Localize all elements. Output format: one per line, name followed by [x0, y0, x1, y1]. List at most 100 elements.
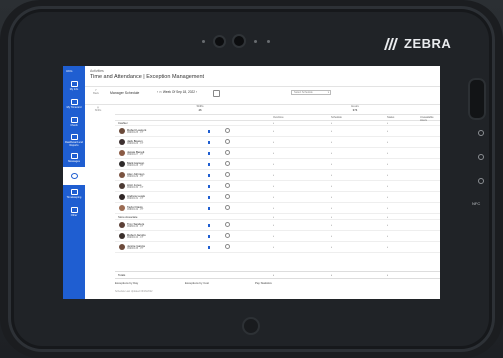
table-row[interactable]: Mark Hanson 09900128 · PT • • • [115, 159, 440, 170]
table-row[interactable]: Jessie Benett 09900127 · PT • • • [115, 148, 440, 159]
power-button[interactable] [478, 130, 484, 136]
cell-dot: • [387, 173, 388, 177]
print-icon[interactable] [213, 90, 220, 97]
clock-icon[interactable] [225, 161, 230, 166]
table-row[interactable]: Jennie Garcia 09900135 · PT • • • [115, 242, 440, 253]
left-tab-shifts[interactable]: ◎ Shifts [92, 106, 104, 112]
clock-icon[interactable] [225, 183, 230, 188]
clock-icon[interactable] [225, 139, 230, 144]
employee-id: 09900133 · FT [127, 225, 144, 229]
cell-dot: • [273, 140, 274, 144]
table-row[interactable]: Andrew Lewis 09900131 · FT • • • [115, 192, 440, 203]
barcode-icon[interactable] [208, 141, 210, 144]
barcode-icon[interactable] [208, 185, 210, 188]
chevron-right-icon[interactable]: › [196, 90, 197, 94]
cell-dot: • [331, 223, 332, 227]
cell-dot: • [387, 195, 388, 199]
table-row[interactable]: Robert Laurent 09900125 · FT • • • [115, 126, 440, 137]
barcode-icon[interactable] [208, 224, 210, 227]
main-content: Activities Time and Attendance | Excepti… [85, 66, 440, 299]
calendar-icon: ▭ [158, 90, 162, 94]
employee-id: 09900126 · FT [127, 142, 144, 146]
clock-icon[interactable] [225, 205, 230, 210]
avatar [119, 205, 125, 211]
clock-icon[interactable] [225, 128, 230, 133]
col-overtime[interactable]: Overtime [273, 116, 284, 119]
sidebar-item-timekeeping[interactable]: Timekeeping [63, 185, 85, 203]
clock-icon[interactable] [225, 233, 230, 238]
col-status[interactable]: Status [387, 116, 394, 119]
cell-dot: • [387, 223, 388, 227]
barcode-icon[interactable] [208, 152, 210, 155]
sidebar-item-messages[interactable]: Messages [63, 149, 85, 167]
table-row[interactable]: Jack Bowen 09900126 · FT • • • [115, 137, 440, 148]
footer-note: Schedule Last Updated 09/16/2022 [115, 290, 153, 293]
table-row[interactable]: Taylor Davis 09900132 · PT • • • [115, 203, 440, 214]
clock-icon[interactable] [225, 194, 230, 199]
indicator-led-icon [267, 39, 270, 43]
employee-table: Cashier • • • Robert Laurent 09900125 · FT • • •… [115, 120, 440, 253]
employee-id: 09900127 · PT [127, 153, 144, 157]
sidebar-item-other[interactable]: Other [63, 203, 85, 221]
table-row[interactable]: Robert Jacobs 09900134 · FT • • • [115, 231, 440, 242]
breadcrumb[interactable]: Activities [90, 69, 104, 73]
home-button[interactable] [244, 319, 258, 333]
clock-icon[interactable] [225, 150, 230, 155]
cell-dot: • [331, 206, 332, 210]
barcode-icon[interactable] [208, 130, 210, 133]
back-button[interactable]: ↶ Back [91, 89, 101, 95]
cell-dot: • [387, 184, 388, 188]
avatar [119, 244, 125, 250]
barcode-icon[interactable] [208, 246, 210, 249]
barcode-icon[interactable] [208, 163, 210, 166]
avatar [119, 150, 125, 156]
cell-dot: • [273, 129, 274, 133]
barcode-icon[interactable] [208, 235, 210, 238]
fingerprint-scanner[interactable] [468, 78, 486, 120]
group-dot: • [273, 121, 274, 125]
barcode-icon[interactable] [208, 196, 210, 199]
clock-icon[interactable] [225, 244, 230, 249]
sidebar-item-check[interactable]: Check [63, 113, 85, 131]
barcode-icon[interactable] [208, 207, 210, 210]
table-row[interactable]: Troy Sanders 09900133 · FT • • • [115, 220, 440, 231]
group-dot: • [331, 121, 332, 125]
sidebar-item-my-timecard[interactable]: My Timecard [63, 95, 85, 113]
cell-dot: • [331, 245, 332, 249]
cell-dot: • [331, 151, 332, 155]
totals-dot: • [387, 273, 388, 277]
chevron-left-icon[interactable]: ‹ [157, 90, 158, 94]
table-row[interactable]: Alex Johnson 09900129 · PT • • • [115, 170, 440, 181]
week-selector[interactable]: ‹ ▭ Week Of Sep 18, 2022 › [157, 90, 197, 94]
schedule-select[interactable]: Select Schedule ▾ [291, 90, 331, 95]
programmable-button[interactable] [478, 178, 484, 184]
cell-dot: • [387, 162, 388, 166]
clock-icon[interactable] [225, 222, 230, 227]
barcode-icon[interactable] [208, 174, 210, 177]
cell-dot: • [331, 173, 332, 177]
toolbar: ↶ Back Manager Schedule ‹ ▭ Week Of Sep … [85, 86, 440, 105]
pay-statistics[interactable]: Pay Statistics [255, 281, 272, 285]
cell-dot: • [387, 140, 388, 144]
sensor-icon [202, 39, 205, 43]
totals-row: Totals • • • [115, 271, 440, 279]
avatar [119, 233, 125, 239]
avatar [119, 128, 125, 134]
volume-button[interactable] [478, 154, 484, 160]
group-dot: • [387, 121, 388, 125]
group-label: Store Associate [118, 214, 138, 219]
clock-icon[interactable] [225, 172, 230, 177]
exceptions-by-day[interactable]: Exceptions by Day [115, 281, 138, 285]
sidebar-item-my-info[interactable]: My Info [63, 77, 85, 95]
cell-dot: • [273, 195, 274, 199]
employee-id: 09900131 · FT [127, 197, 144, 201]
nfc-label: NFC [472, 201, 481, 206]
week-label: Week Of Sep 18, 2022 [162, 90, 196, 94]
table-row[interactable]: Amir Jones 09900130 · FT • • • [115, 181, 440, 192]
exceptions-by-cost[interactable]: Exceptions by Cost [185, 281, 209, 285]
col-schedule[interactable]: Schedule [331, 116, 342, 119]
sidebar-item-clock[interactable] [63, 167, 85, 185]
cell-dot: • [273, 162, 274, 166]
camera-lens-icon [234, 36, 244, 46]
sidebar-item-dashboard[interactable]: Dashboard and Reports [63, 131, 85, 149]
